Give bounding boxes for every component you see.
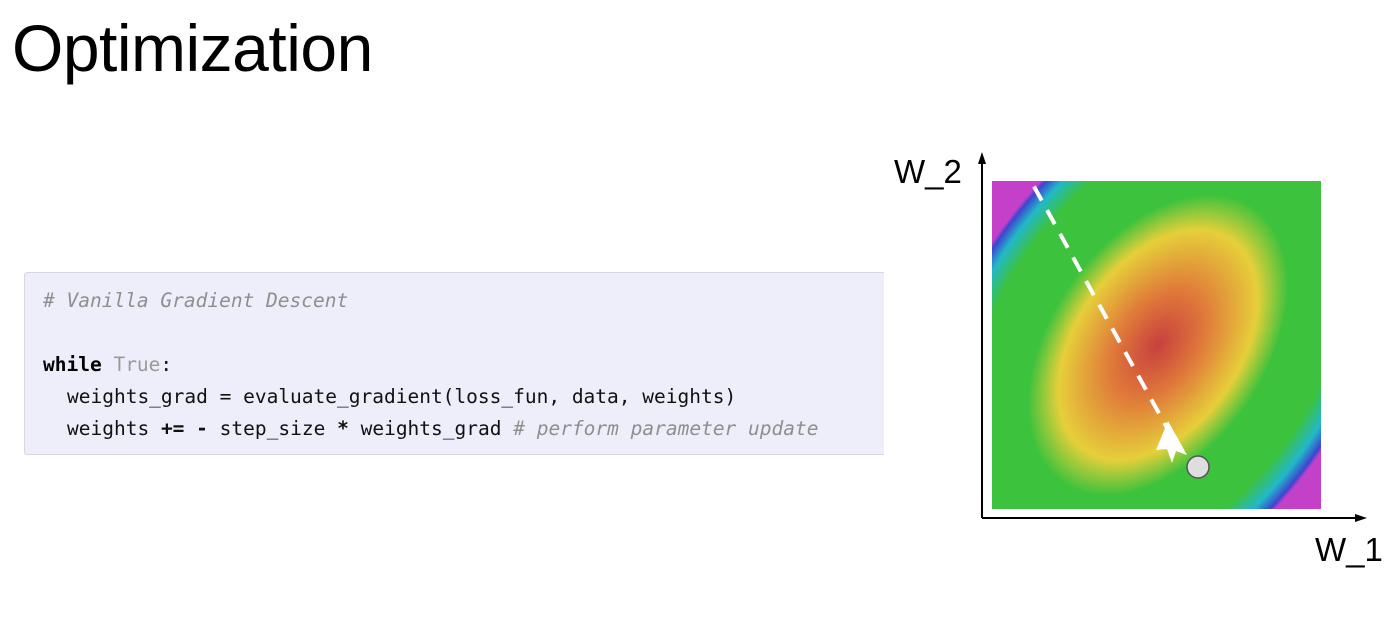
code-step-size: step_size bbox=[219, 417, 326, 440]
code-update-operator: += bbox=[160, 417, 185, 440]
code-minus-operator: - bbox=[196, 417, 208, 440]
x-axis-arrow-icon bbox=[1355, 514, 1367, 522]
code-line-while: while True: bbox=[43, 353, 172, 377]
loss-heatmap bbox=[992, 181, 1321, 509]
code-update-lhs: weights bbox=[67, 417, 150, 440]
start-point-marker bbox=[1186, 455, 1210, 479]
y-axis-label: W_2 bbox=[894, 153, 962, 190]
loop-colon: : bbox=[160, 353, 173, 376]
code-block: # Vanilla Gradient Descent while True: w… bbox=[24, 272, 884, 455]
x-axis-label: W_1 bbox=[1315, 531, 1383, 568]
code-gradient-statement: weights_grad = evaluate_gradient(loss_fu… bbox=[67, 385, 737, 408]
builtin-true: True bbox=[113, 353, 161, 376]
code-comment: # Vanilla Gradient Descent bbox=[43, 289, 349, 312]
code-multiply-operator: * bbox=[337, 417, 349, 440]
code-line-gradient: weights_grad = evaluate_gradient(loss_fu… bbox=[43, 385, 736, 409]
y-axis bbox=[978, 152, 986, 518]
y-axis-arrow-icon bbox=[978, 152, 986, 164]
code-line-comment: # Vanilla Gradient Descent bbox=[43, 289, 348, 313]
x-axis bbox=[982, 514, 1367, 522]
code-line-update: weights += - step_size * weights_grad # … bbox=[43, 417, 818, 441]
keyword-while: while bbox=[43, 353, 102, 376]
slide-title: Optimization bbox=[12, 11, 373, 85]
code-update-comment: # perform parameter update bbox=[513, 417, 819, 440]
code-weights-grad: weights_grad bbox=[360, 417, 502, 440]
